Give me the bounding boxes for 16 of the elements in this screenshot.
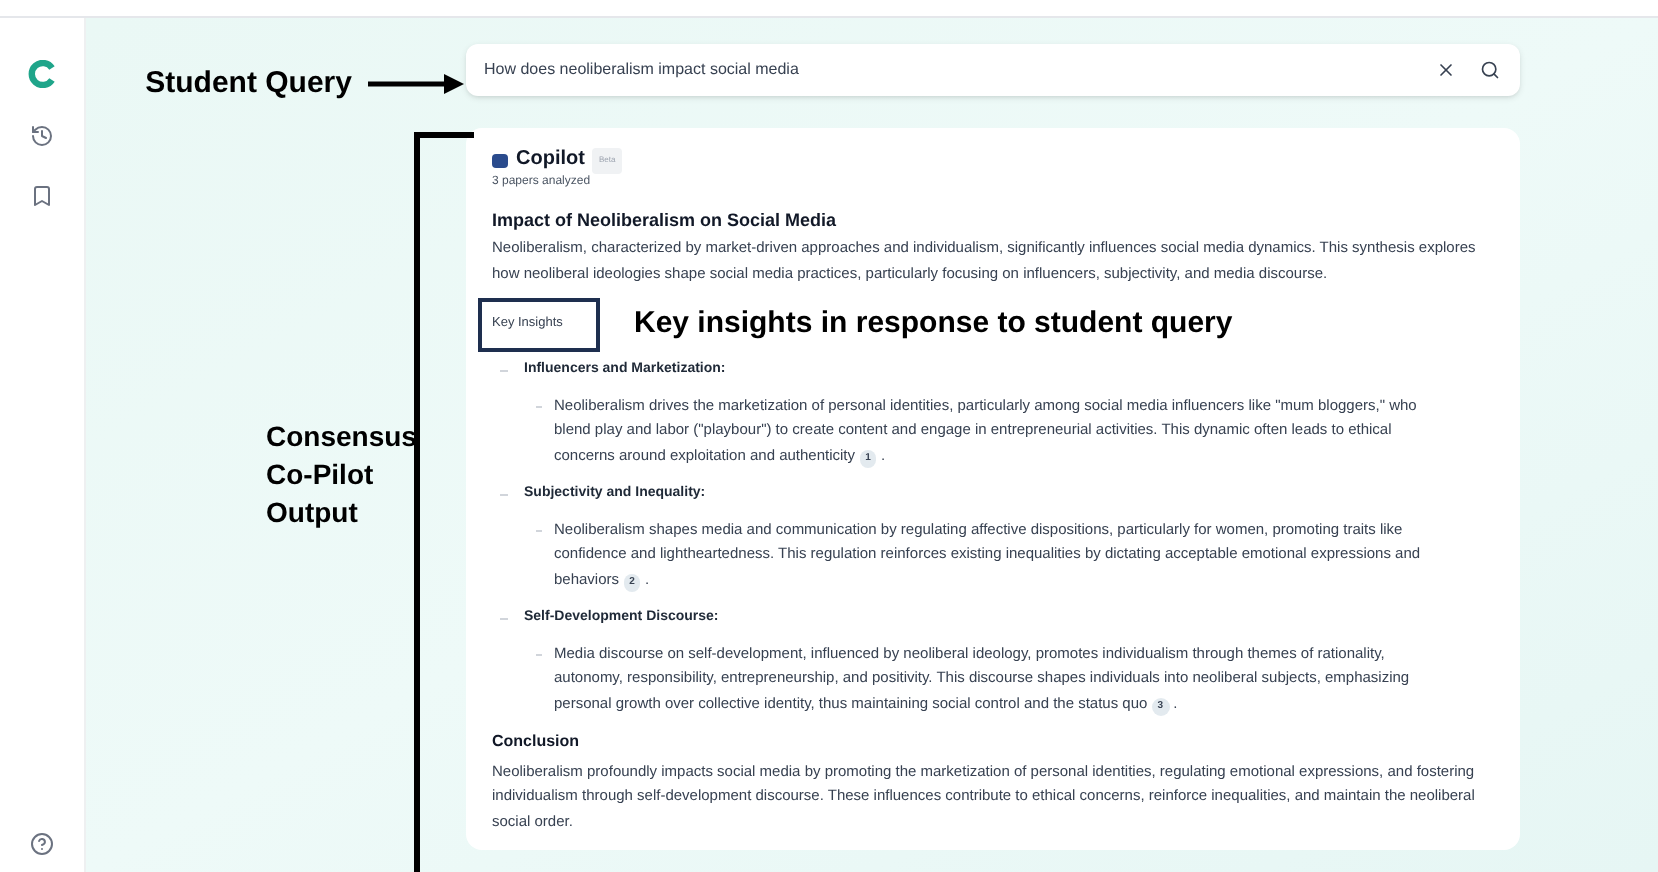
search-field[interactable]: How does neoliberalism impact social media xyxy=(466,44,1520,96)
bookmark-icon[interactable] xyxy=(30,184,54,208)
response-title: Impact of Neoliberalism on Social Media xyxy=(492,207,839,232)
history-icon[interactable] xyxy=(30,124,54,148)
close-icon[interactable] xyxy=(1436,60,1456,80)
arrow-icon xyxy=(368,74,464,94)
search-input[interactable]: How does neoliberalism impact social media xyxy=(484,58,1436,82)
copilot-icon xyxy=(492,153,508,168)
help-icon[interactable] xyxy=(30,832,54,856)
copilot-title: Copilot xyxy=(516,148,585,173)
annotation-label: Student Query xyxy=(145,63,352,104)
conclusion-heading: Conclusion xyxy=(492,730,582,754)
annotation-label: Consensus Co-Pilot Output xyxy=(266,418,416,532)
search-icon[interactable] xyxy=(1480,60,1500,80)
annotation-label: Key insights in response to student query xyxy=(634,312,1233,338)
logo-icon[interactable] xyxy=(28,60,56,88)
